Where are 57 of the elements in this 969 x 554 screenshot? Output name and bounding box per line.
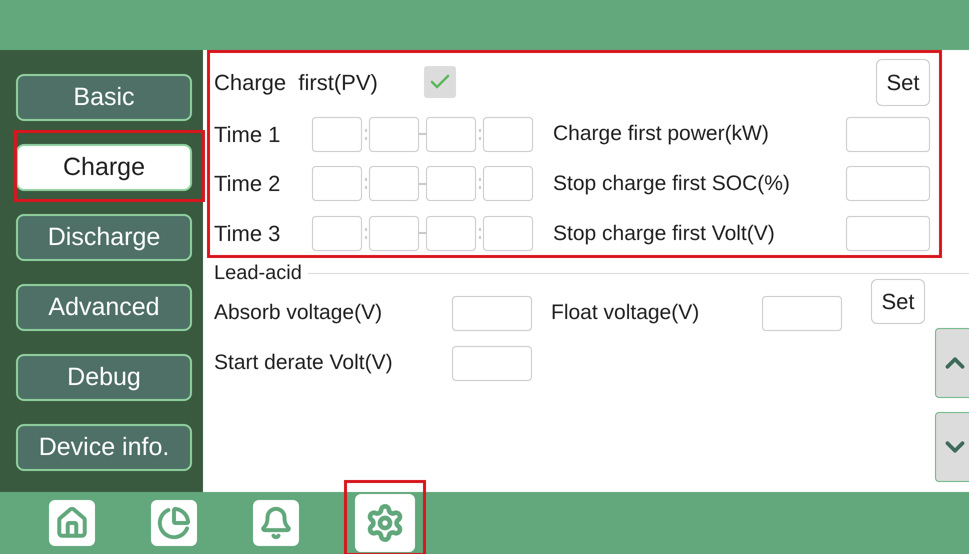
dash-separator bbox=[419, 133, 426, 136]
bell-icon bbox=[259, 506, 293, 540]
time-label: Time 3 bbox=[214, 220, 282, 248]
dash-separator bbox=[419, 182, 426, 185]
nav-tab[interactable]: Discharge bbox=[16, 214, 192, 261]
setting-label: Stop charge first SOC(%) bbox=[553, 170, 790, 197]
hour-field[interactable] bbox=[426, 166, 476, 202]
tab-button[interactable] bbox=[253, 500, 299, 546]
setting-label: Charge first power(kW) bbox=[553, 121, 769, 148]
dash-separator bbox=[419, 232, 426, 234]
pie-chart-icon bbox=[157, 506, 191, 540]
colon-separator bbox=[476, 228, 483, 239]
time-label: Time 1 bbox=[214, 120, 282, 149]
minute-field[interactable] bbox=[369, 116, 419, 152]
input-field[interactable] bbox=[846, 166, 930, 202]
colon-separator bbox=[476, 128, 483, 140]
nav-tab[interactable]: Debug bbox=[16, 354, 192, 401]
charge-first-label: Charge first(PV) bbox=[214, 68, 379, 97]
nav-tab[interactable]: Basic bbox=[16, 74, 192, 121]
nav-tab[interactable]: Charge bbox=[16, 144, 192, 191]
tab-button[interactable] bbox=[49, 500, 95, 546]
time-label: Time 2 bbox=[214, 170, 282, 198]
hour-field[interactable] bbox=[426, 116, 476, 152]
hour-field[interactable] bbox=[312, 116, 362, 152]
hour-field[interactable] bbox=[312, 216, 362, 251]
input-field[interactable] bbox=[846, 116, 930, 152]
setting-label: Float voltage(V) bbox=[551, 300, 700, 326]
setting-label: Absorb voltage(V) bbox=[214, 300, 384, 326]
home-icon bbox=[55, 506, 89, 540]
minute-field[interactable] bbox=[483, 216, 533, 251]
scroll-up-button[interactable] bbox=[935, 328, 969, 398]
set-button[interactable]: Set bbox=[871, 279, 925, 324]
gear-icon bbox=[365, 503, 405, 543]
scroll-down-button[interactable] bbox=[935, 412, 969, 482]
section-title: Lead-acid bbox=[214, 261, 302, 286]
tab-button[interactable] bbox=[355, 494, 415, 552]
colon-separator bbox=[362, 178, 369, 190]
setting-label: Stop charge first Volt(V) bbox=[553, 220, 775, 246]
input-field[interactable] bbox=[452, 346, 532, 380]
minute-field[interactable] bbox=[369, 216, 419, 251]
checkbox[interactable] bbox=[424, 66, 456, 98]
colon-separator bbox=[362, 228, 369, 239]
input-field[interactable] bbox=[762, 296, 842, 330]
minute-field[interactable] bbox=[369, 166, 419, 202]
hour-field[interactable] bbox=[312, 166, 362, 202]
hour-field[interactable] bbox=[426, 216, 476, 251]
set-button[interactable]: Set bbox=[876, 58, 930, 106]
input-field[interactable] bbox=[452, 296, 532, 330]
tab-button[interactable] bbox=[151, 500, 197, 546]
nav-tab[interactable]: Device info. bbox=[16, 424, 192, 471]
nav-tab[interactable]: Advanced bbox=[16, 284, 192, 331]
minute-field[interactable] bbox=[483, 116, 533, 152]
colon-separator bbox=[362, 128, 369, 140]
minute-field[interactable] bbox=[483, 166, 533, 202]
input-field[interactable] bbox=[846, 216, 930, 251]
colon-separator bbox=[476, 178, 483, 190]
setting-label: Start derate Volt(V) bbox=[214, 350, 394, 376]
